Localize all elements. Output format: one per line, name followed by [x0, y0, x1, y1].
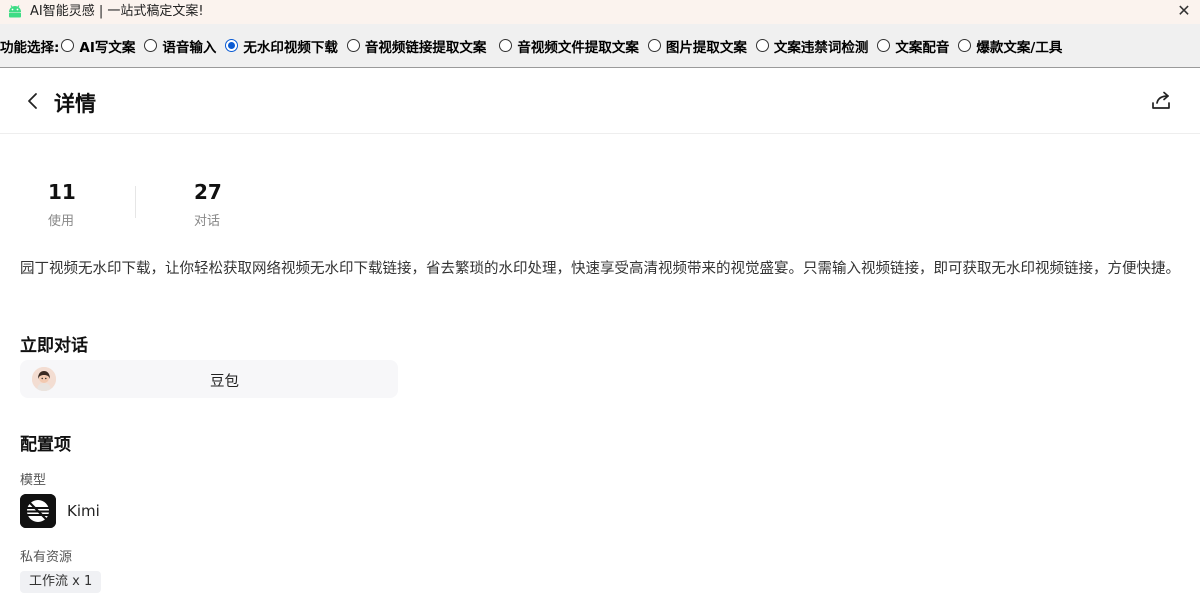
- radio-ai-copywriting[interactable]: AI写文案: [61, 36, 135, 56]
- config-section-title: 配置项: [20, 435, 71, 455]
- share-icon[interactable]: [1150, 90, 1172, 112]
- radio-image-extract[interactable]: 图片提取文案: [647, 36, 747, 56]
- radio-label: 文案配音: [895, 39, 950, 56]
- bot-avatar: [32, 367, 56, 391]
- function-selector-label: 功能选择:: [0, 39, 60, 56]
- radio-label: 无水印视频下载: [243, 39, 338, 56]
- radio-banned-word-check[interactable]: 文案违禁词检测: [755, 36, 869, 56]
- function-selector-bar: 功能选择: AI写文案 语音输入 无水印视频下载 音视频链接提取文案 音视频文件…: [0, 24, 1200, 68]
- radio-voice-input[interactable]: 语音输入: [144, 36, 216, 56]
- window-title: AI智能灵感 | 一站式稿定文案!: [30, 4, 204, 19]
- radio-button-selected[interactable]: [225, 39, 239, 52]
- radio-label: 图片提取文案: [665, 39, 747, 56]
- model-name: Kimi: [67, 502, 100, 520]
- radio-watermark-free-download[interactable]: 无水印视频下载: [225, 36, 338, 56]
- description: 园丁视频无水印下载，让你轻松获取网络视频无水印下载链接，省去繁琐的水印处理，快速…: [20, 261, 1180, 277]
- radio-button[interactable]: [346, 39, 360, 52]
- radio-button[interactable]: [755, 39, 769, 52]
- stat-conversations-value: 27: [194, 180, 222, 204]
- radio-button[interactable]: [958, 39, 972, 52]
- window-title-bar: AI智能灵感 | 一站式稿定文案! ✕: [0, 0, 1200, 24]
- radio-viral-tools[interactable]: 爆款文案/工具: [958, 36, 1062, 56]
- private-resources-label: 私有资源: [20, 550, 73, 565]
- radio-button[interactable]: [499, 39, 513, 52]
- kimi-logo-icon: [20, 494, 56, 528]
- stat-conversations: 27 对话: [194, 180, 222, 229]
- android-icon: [9, 5, 21, 18]
- radio-dubbing[interactable]: 文案配音: [877, 36, 949, 56]
- radio-av-file-extract[interactable]: 音视频文件提取文案: [499, 36, 639, 56]
- radio-label: 文案违禁词检测: [773, 39, 869, 56]
- chat-section-title: 立即对话: [20, 336, 88, 356]
- chevron-left-icon[interactable]: [24, 90, 42, 112]
- radio-av-link-extract[interactable]: 音视频链接提取文案: [346, 36, 487, 56]
- radio-button[interactable]: [61, 39, 75, 52]
- stat-usage-value: 11: [48, 180, 76, 204]
- stat-usage: 11 使用: [48, 180, 76, 229]
- model-label: 模型: [20, 473, 47, 488]
- radio-button[interactable]: [877, 39, 891, 52]
- radio-label: 爆款文案/工具: [976, 39, 1063, 56]
- detail-header: 详情: [0, 68, 1200, 134]
- page-title: 详情: [54, 92, 96, 116]
- close-button[interactable]: ✕: [1174, 1, 1194, 21]
- radio-label: 音视频链接提取文案: [364, 39, 487, 56]
- radio-label: 音视频文件提取文案: [517, 39, 639, 56]
- radio-label: 语音输入: [162, 39, 217, 56]
- radio-button[interactable]: [647, 39, 661, 52]
- bot-name: 豆包: [210, 374, 239, 390]
- resource-tag-workflow[interactable]: 工作流 x 1: [20, 571, 102, 593]
- radio-button[interactable]: [144, 39, 158, 52]
- bot-card[interactable]: 豆包: [20, 360, 398, 398]
- doubao-avatar-icon: [32, 367, 56, 391]
- stat-conversations-label: 对话: [194, 214, 221, 229]
- radio-label: AI写文案: [79, 39, 136, 56]
- stat-divider: [135, 186, 136, 218]
- stat-usage-label: 使用: [48, 214, 75, 229]
